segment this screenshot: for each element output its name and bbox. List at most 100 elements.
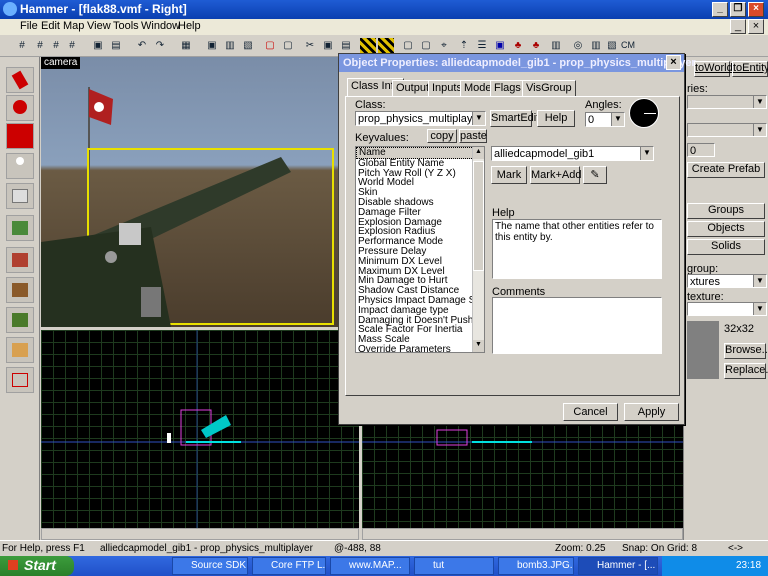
keyvalues-scrollbar[interactable]: ▲ ▼ bbox=[472, 147, 484, 352]
mark-button[interactable]: Mark bbox=[491, 166, 527, 184]
2d-viewport-left[interactable] bbox=[41, 330, 359, 528]
group-icon[interactable]: ▣ bbox=[204, 38, 220, 53]
solids-button[interactable]: Solids bbox=[687, 239, 765, 255]
scroll-up-icon[interactable]: ▲ bbox=[473, 147, 484, 159]
grid-icon[interactable]: # bbox=[14, 38, 30, 53]
mark-add-button[interactable]: Mark+Add bbox=[530, 166, 581, 184]
menu-help[interactable]: Help bbox=[178, 20, 201, 32]
cm-icon[interactable]: CM bbox=[620, 38, 636, 53]
texture-scale-icon[interactable] bbox=[378, 38, 394, 53]
texture-group-dropdown[interactable]: xtures ▼ bbox=[687, 274, 767, 288]
copy-button[interactable]: copy bbox=[427, 129, 457, 143]
task-core-ftp[interactable]: Core FTP L... bbox=[252, 557, 326, 575]
grid-smaller-icon[interactable]: # bbox=[48, 38, 64, 53]
grid-larger-icon[interactable]: # bbox=[64, 38, 80, 53]
3d-grid-icon[interactable]: # bbox=[32, 38, 48, 53]
keyvalues-list[interactable]: Name Global Entity Name Pitch Yaw Roll (… bbox=[355, 146, 485, 353]
entity-tool-icon[interactable] bbox=[6, 153, 34, 179]
smartedit-button[interactable]: SmartEdit bbox=[490, 110, 539, 127]
scroll-thumb[interactable] bbox=[473, 161, 484, 271]
task-source-sdk[interactable]: Source SDK bbox=[172, 557, 248, 575]
clip-icon[interactable]: ▢ bbox=[280, 38, 296, 53]
vertex-icon[interactable]: ⇡ bbox=[456, 38, 472, 53]
to-world-button[interactable]: toWorld bbox=[694, 61, 733, 77]
camera-tool-icon[interactable] bbox=[6, 123, 34, 149]
categories-dropdown[interactable]: ▼ bbox=[687, 95, 767, 109]
texture-lock-icon[interactable] bbox=[360, 38, 376, 53]
overlay-icon[interactable]: ▥ bbox=[588, 38, 604, 53]
scroll-down-icon[interactable]: ▼ bbox=[473, 340, 484, 352]
decal-tool-icon[interactable] bbox=[6, 277, 34, 303]
eyedropper-icon[interactable]: ✎ bbox=[583, 166, 607, 184]
angles-dropdown[interactable]: 0 ▼ bbox=[585, 112, 625, 127]
apply-button[interactable]: Apply bbox=[624, 403, 679, 421]
menu-file[interactable]: File bbox=[20, 20, 38, 32]
class-dropdown[interactable]: prop_physics_multiplayer ▼ bbox=[355, 111, 486, 126]
angle-dial-icon[interactable] bbox=[629, 98, 659, 128]
help-button[interactable]: Help bbox=[537, 110, 575, 127]
brush-icon[interactable]: ♣ bbox=[528, 38, 544, 53]
doc-close-icon[interactable]: × bbox=[748, 19, 764, 34]
vertex-tool-icon[interactable] bbox=[6, 367, 34, 393]
texture-tool-icon[interactable] bbox=[6, 215, 34, 241]
objects-button[interactable]: Objects bbox=[687, 221, 765, 237]
task-bomb3[interactable]: bomb3.JPG... bbox=[498, 557, 574, 575]
clip-tool-icon[interactable] bbox=[6, 337, 34, 363]
select-box-icon[interactable]: ▢ bbox=[400, 38, 416, 53]
create-prefab-button[interactable]: Create Prefab bbox=[687, 162, 765, 178]
tab-visgroup[interactable]: VisGroup bbox=[522, 80, 576, 96]
dialog-close-icon[interactable]: × bbox=[666, 55, 681, 70]
undo-icon[interactable]: ↶ bbox=[134, 38, 150, 53]
redo-icon[interactable]: ↷ bbox=[152, 38, 168, 53]
to-world-icon[interactable]: ▧ bbox=[240, 38, 256, 53]
2d-viewport-right[interactable] bbox=[362, 425, 683, 528]
paste-icon[interactable]: ▤ bbox=[108, 38, 124, 53]
cut-icon[interactable]: ✂ bbox=[302, 38, 318, 53]
current-texture-dropdown[interactable]: ▼ bbox=[687, 302, 767, 316]
path-icon[interactable]: ☰ bbox=[474, 38, 490, 53]
menu-map[interactable]: Map bbox=[63, 20, 84, 32]
doc-minimize-icon[interactable]: _ bbox=[730, 19, 746, 34]
block-tool-icon[interactable] bbox=[6, 183, 34, 209]
close-icon[interactable]: × bbox=[748, 2, 764, 17]
decal-icon[interactable]: ◎ bbox=[570, 38, 586, 53]
tab-flags[interactable]: Flags bbox=[490, 80, 525, 96]
copy-icon[interactable]: ▣ bbox=[90, 38, 106, 53]
left-viewport-hscroll[interactable] bbox=[41, 528, 359, 540]
groups-button[interactable]: Groups bbox=[687, 203, 765, 219]
minimize-icon[interactable]: _ bbox=[712, 2, 728, 17]
copy2-icon[interactable]: ▣ bbox=[320, 38, 336, 53]
hollow-icon[interactable]: ▢ bbox=[262, 38, 278, 53]
cancel-button[interactable]: Cancel bbox=[563, 403, 618, 421]
entity-icon[interactable]: ⌖ bbox=[436, 38, 452, 53]
selection-tool-icon[interactable] bbox=[6, 67, 34, 93]
magnify-tool-icon[interactable] bbox=[6, 95, 34, 121]
menu-window[interactable]: Window bbox=[141, 20, 180, 32]
to-entity-button[interactable]: toEntity bbox=[732, 61, 768, 77]
paste-button[interactable]: paste bbox=[459, 129, 487, 143]
objects-dropdown[interactable]: ▼ bbox=[687, 123, 767, 137]
ungroup-icon[interactable]: ▥ bbox=[222, 38, 238, 53]
browse-button[interactable]: Browse... bbox=[724, 343, 768, 359]
prefab-spinner[interactable]: 0 bbox=[687, 143, 715, 157]
start-button[interactable]: Start bbox=[0, 556, 74, 576]
overlay-tool-icon[interactable] bbox=[6, 307, 34, 333]
maximize-icon[interactable]: ❐ bbox=[730, 2, 746, 17]
value-dropdown[interactable]: alliedcapmodel_gib1 ▼ bbox=[491, 146, 654, 161]
task-hammer[interactable]: Hammer - [... bbox=[578, 557, 658, 575]
apply-texture-icon[interactable] bbox=[6, 247, 34, 273]
compile-icon[interactable]: ▣ bbox=[492, 38, 508, 53]
check-icon[interactable]: ♣ bbox=[510, 38, 526, 53]
keyvalue-item[interactable]: Override Parameters bbox=[356, 345, 484, 352]
right-viewport-hscroll[interactable] bbox=[362, 528, 683, 540]
menu-tools[interactable]: Tools bbox=[113, 20, 139, 32]
menu-edit[interactable]: Edit bbox=[41, 20, 60, 32]
task-browser[interactable]: www.MAP... bbox=[330, 557, 410, 575]
task-tut[interactable]: tut bbox=[414, 557, 494, 575]
carve-icon[interactable]: ▦ bbox=[178, 38, 194, 53]
replace-button[interactable]: Replace... bbox=[724, 363, 768, 379]
select-icon[interactable]: ▢ bbox=[418, 38, 434, 53]
menu-view[interactable]: View bbox=[87, 20, 111, 32]
3d-viewport[interactable] bbox=[41, 57, 338, 327]
paste2-icon[interactable]: ▤ bbox=[338, 38, 354, 53]
